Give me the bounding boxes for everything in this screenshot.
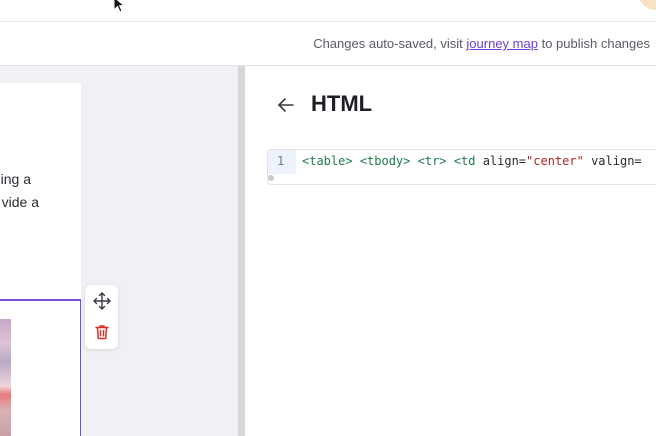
delete-button[interactable] — [91, 321, 112, 342]
line-number: 1 — [277, 154, 285, 168]
journey-map-link[interactable]: journey map — [466, 36, 538, 51]
autosave-notice: Changes auto-saved, visit journey map to… — [313, 36, 650, 51]
code-line[interactable]: <table> <tbody> <tr> <td align="center" … — [302, 154, 642, 168]
avatar[interactable] — [638, 0, 656, 10]
move-button[interactable] — [91, 290, 112, 311]
arrow-left-icon — [278, 98, 294, 112]
top-bar — [0, 0, 656, 22]
code-scrollbar[interactable] — [268, 175, 274, 181]
html-panel: HTML 1 <table> <tbody> <tr> <td align="c… — [245, 66, 656, 436]
card-text-line: vide a — [1, 194, 39, 210]
move-arrows-icon — [92, 291, 111, 310]
card-text: ing a vide a — [0, 168, 81, 214]
app-root: Changes auto-saved, visit journey map to… — [0, 0, 656, 436]
panel-title: HTML — [311, 91, 373, 116]
autosave-prefix: Changes auto-saved, visit — [313, 36, 463, 51]
block-toolbar — [85, 285, 118, 349]
code-token: align= — [482, 154, 527, 168]
back-button[interactable] — [275, 94, 297, 116]
code-token: <tr> — [417, 154, 447, 168]
code-token: valign= — [591, 154, 642, 168]
trash-icon — [94, 324, 109, 339]
line-gutter: 1 — [268, 150, 296, 174]
status-bar: Changes auto-saved, visit journey map to… — [0, 22, 656, 66]
code-token: <tbody> — [359, 154, 411, 168]
block-image — [0, 319, 11, 436]
selected-image-block[interactable] — [0, 299, 81, 436]
card-text-line: ing a — [0, 171, 31, 187]
editor-canvas[interactable]: ing a vide a — [0, 66, 238, 436]
html-code-editor[interactable]: 1 <table> <tbody> <tr> <td align="center… — [267, 149, 656, 185]
code-token: <table> — [302, 154, 353, 168]
autosave-suffix: to publish changes — [541, 36, 650, 51]
mouse-cursor-icon — [113, 0, 126, 13]
panel-resize-handle[interactable] — [238, 66, 245, 436]
code-token: "center" — [526, 154, 584, 168]
email-preview-card[interactable]: ing a vide a — [0, 83, 81, 436]
code-token: <td — [453, 154, 476, 168]
